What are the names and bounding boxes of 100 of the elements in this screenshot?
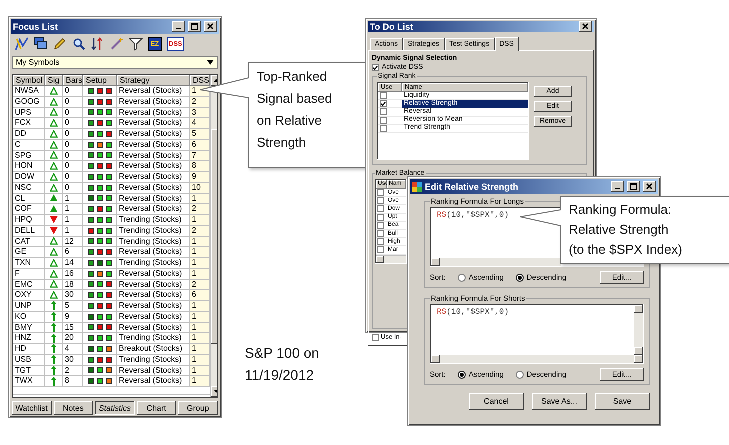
table-cell: 0 <box>63 182 83 194</box>
table-cell: BMY <box>13 322 45 334</box>
close-button[interactable] <box>204 21 217 32</box>
close-icon <box>207 23 214 30</box>
table-cell: HPQ <box>13 215 45 226</box>
tab[interactable]: Group <box>178 401 218 415</box>
table-cell: DD <box>13 129 45 140</box>
table-cell: 0 <box>63 140 83 150</box>
table-cell: 30 <box>63 354 83 366</box>
close-button[interactable] <box>579 21 592 32</box>
table-cell: 10 <box>190 182 210 194</box>
table-cell: 30 <box>63 290 83 301</box>
table-cell: 1 <box>63 215 83 226</box>
maximize-button[interactable] <box>188 21 201 32</box>
table-cell: 18 <box>63 280 83 290</box>
table-cell: NSC <box>13 182 45 194</box>
column-header[interactable]: Strategy <box>117 75 190 86</box>
checkbox[interactable] <box>377 246 384 254</box>
table-cell: 0 <box>63 108 83 118</box>
table-cell: 6 <box>190 290 210 301</box>
table-cell: HON <box>13 161 45 172</box>
checkbox[interactable] <box>380 100 387 108</box>
column-header[interactable]: Bars <box>63 75 83 86</box>
table-cell: TWX <box>13 376 45 387</box>
table-cell: CAT <box>13 236 45 248</box>
wand-icon[interactable] <box>110 37 124 51</box>
table-cell: 2 <box>190 226 210 236</box>
table-cell: 1 <box>63 226 83 236</box>
tab[interactable]: Notes <box>54 401 94 415</box>
table-cell: 0 <box>63 161 83 172</box>
table-cell: 0 <box>63 150 83 162</box>
table-cell: 5 <box>63 301 83 312</box>
scrollbar[interactable] <box>634 305 643 355</box>
table-cell: 9 <box>63 312 83 322</box>
checkbox[interactable] <box>377 205 384 212</box>
table-cell: 1 <box>190 322 210 334</box>
checkbox[interactable] <box>377 189 384 196</box>
checkbox[interactable] <box>380 92 387 100</box>
table-cell: 1 <box>190 194 210 204</box>
table-cell: 1 <box>190 268 210 280</box>
sort-icon[interactable] <box>91 37 105 51</box>
table-cell: 1 <box>190 366 210 376</box>
tab[interactable]: Statistics <box>95 401 135 415</box>
table-cell: EMC <box>13 280 45 290</box>
table-cell: 1 <box>190 236 210 248</box>
scrollbar[interactable] <box>431 258 561 266</box>
table-cell: 1 <box>190 312 210 322</box>
table-cell: 1 <box>190 354 210 366</box>
column-header[interactable]: Sig <box>45 75 63 86</box>
dialog-button[interactable]: Cancel <box>469 393 524 410</box>
arrow-up-icon <box>214 79 217 82</box>
maximize-icon <box>630 183 637 190</box>
minimize-button[interactable] <box>172 21 185 32</box>
table-cell: 0 <box>63 172 83 183</box>
callout-tooltip: Top-Ranked Signal based on Relative Strength <box>248 62 368 168</box>
table-cell: 6 <box>63 247 83 258</box>
scrollbar[interactable] <box>431 355 643 363</box>
windows-icon[interactable] <box>34 37 48 51</box>
filter-icon[interactable] <box>129 37 143 51</box>
minimize-button[interactable] <box>611 181 624 192</box>
symbol-list-dropdown[interactable]: My Symbols <box>12 56 218 69</box>
checkmark-icon <box>373 64 378 70</box>
checkbox[interactable] <box>380 108 387 116</box>
table-cell: COF <box>13 204 45 215</box>
pencil-icon[interactable] <box>53 37 67 51</box>
table-cell: HD <box>13 344 45 355</box>
search-icon[interactable] <box>72 37 86 51</box>
table-cell: 1 <box>190 344 210 355</box>
table-cell: 1 <box>190 376 210 387</box>
dialog-button[interactable]: Save <box>595 393 650 410</box>
tab[interactable]: Chart <box>136 401 176 415</box>
table-cell: 1 <box>190 301 210 312</box>
checkbox[interactable] <box>377 238 384 246</box>
chart-icon[interactable] <box>15 37 29 51</box>
table-cell: UNP <box>13 301 45 312</box>
window-title: To Do List <box>370 22 414 32</box>
window-title: Focus List <box>13 22 60 32</box>
table-cell: 2 <box>63 366 83 376</box>
table-cell: 2 <box>190 204 210 215</box>
table-cell: HNZ <box>13 333 45 344</box>
table-cell: 0 <box>63 96 83 108</box>
close-button[interactable] <box>643 181 656 192</box>
table-cell: 1 <box>190 258 210 269</box>
maximize-button[interactable] <box>627 181 640 192</box>
tab[interactable]: Watchlist <box>12 401 52 415</box>
callout-pointer <box>520 209 562 227</box>
column-header[interactable]: Symbol <box>13 75 45 86</box>
checkbox[interactable] <box>377 197 384 204</box>
table-cell: 15 <box>63 322 83 334</box>
table-cell: C <box>13 140 45 150</box>
formula-field[interactable]: RS(10,"$SPX",0) <box>430 304 644 364</box>
dialog-button[interactable]: Save As... <box>532 393 587 410</box>
column-header[interactable]: Setup <box>83 75 117 86</box>
table-cell: GE <box>13 247 45 258</box>
close-icon <box>582 23 589 30</box>
table-cell: 0 <box>63 118 83 129</box>
table-cell: 14 <box>63 258 83 269</box>
table-cell: 0 <box>63 129 83 140</box>
column-header[interactable]: DSS <box>190 75 210 86</box>
checkbox[interactable] <box>377 230 384 238</box>
